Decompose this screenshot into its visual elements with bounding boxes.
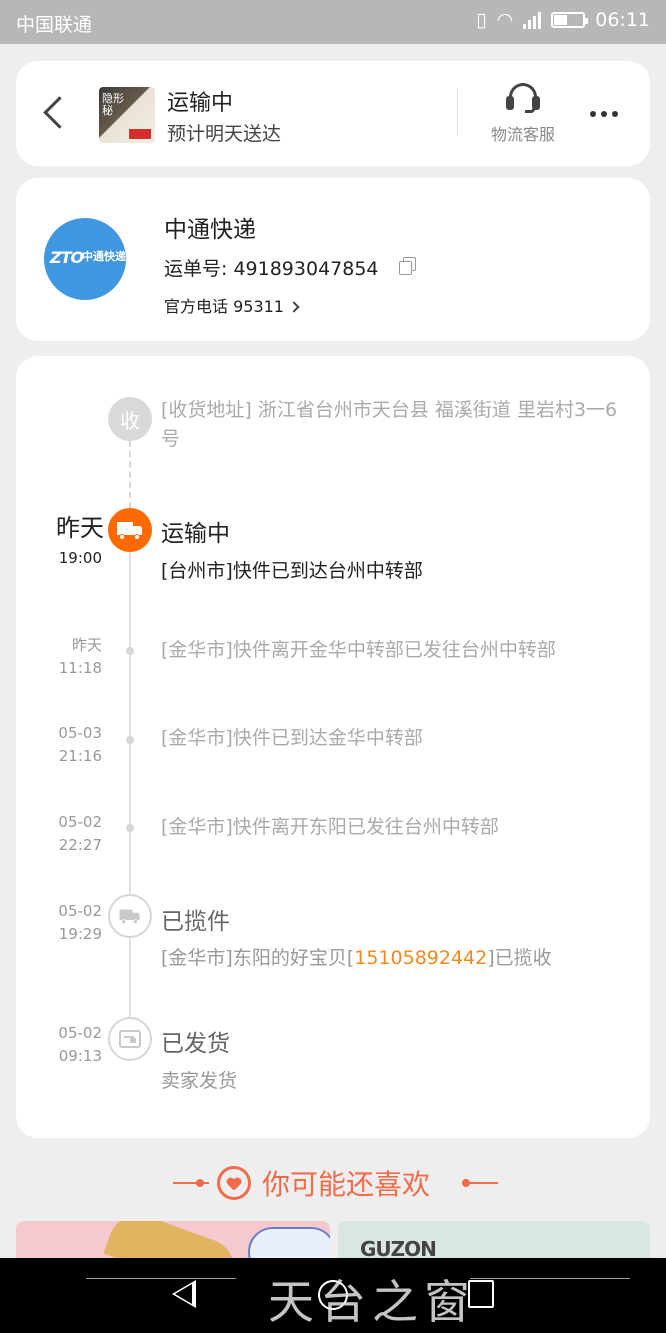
timeline-dot bbox=[126, 736, 134, 744]
watermark-line bbox=[86, 1278, 236, 1279]
event-date: 05-02 bbox=[58, 1024, 102, 1042]
recommendation-title: 你可能还喜欢 bbox=[262, 1168, 431, 1201]
timeline-dashed-line bbox=[129, 441, 131, 508]
event-status: 已揽件 bbox=[161, 909, 230, 935]
logo-text: ZTO bbox=[50, 248, 84, 267]
more-options-button[interactable] bbox=[584, 99, 624, 129]
wifi-icon: ◠ bbox=[496, 9, 514, 31]
customer-service-button[interactable]: 物流客服 bbox=[478, 77, 568, 149]
timeline-dot bbox=[126, 824, 134, 832]
event-time: 11:18 bbox=[58, 659, 102, 677]
event-text: [金华市]快件离开东阳已发往台州中转部 bbox=[161, 816, 499, 838]
event-time: 09:13 bbox=[58, 1047, 102, 1065]
heart-icon bbox=[217, 1166, 251, 1200]
chevron-right-icon bbox=[288, 301, 300, 313]
event-time: 19:29 bbox=[58, 925, 102, 943]
official-phone-link[interactable]: 官方电话 95311 bbox=[164, 293, 300, 317]
customer-service-label: 物流客服 bbox=[490, 125, 555, 144]
tracking-timeline: 收 [收货地址] 浙江省台州市天台县 福溪街道 里岩村3一6号 昨天 19:00… bbox=[16, 356, 650, 1138]
shipment-status: 运输中 bbox=[167, 91, 234, 116]
more-dot-icon bbox=[601, 111, 607, 117]
courier-card: ZTO 中通快递 中通快递 运单号: 491893047854 官方电话 953… bbox=[16, 178, 650, 341]
event-text: [台州市]快件已到达台州中转部 bbox=[161, 560, 423, 582]
logistics-header: 隐形 秘 运输中 预计明天送达 物流客服 bbox=[16, 61, 650, 166]
carrier-name: 中国联通 bbox=[16, 14, 93, 36]
shipped-icon bbox=[119, 1030, 141, 1048]
signal-icon bbox=[523, 11, 542, 29]
timeline-line bbox=[129, 552, 131, 1040]
delivery-estimate: 预计明天送达 bbox=[167, 123, 282, 145]
shipped-node bbox=[108, 1017, 152, 1061]
watermark: 天台之窗 bbox=[268, 1275, 476, 1329]
logo-cn-text: 中通快递 bbox=[82, 250, 126, 263]
product-image bbox=[103, 1221, 243, 1261]
product-thumbnail[interactable]: 隐形 秘 bbox=[99, 87, 155, 143]
zto-logo: ZTO 中通快递 bbox=[44, 218, 126, 300]
more-dot-icon bbox=[590, 111, 596, 117]
truck-icon bbox=[117, 522, 143, 540]
event-date: 05-02 bbox=[58, 813, 102, 831]
product-sticker bbox=[248, 1227, 330, 1261]
receiver-address: [收货地址] 浙江省台州市天台县 福溪街道 里岩村3一6号 bbox=[161, 399, 618, 450]
event-date: 05-02 bbox=[58, 902, 102, 920]
event-text: [金华市]快件离开金华中转部已发往台州中转部 bbox=[161, 639, 556, 661]
thumbnail-text: 隐形 秘 bbox=[102, 92, 124, 117]
more-dot-icon bbox=[612, 111, 618, 117]
event-text-prefix: [金华市]东阳的好宝贝[ bbox=[161, 947, 355, 969]
tracking-number[interactable]: 491893047854 bbox=[233, 258, 378, 280]
event-text: [金华市]快件已到达金华中转部 bbox=[161, 727, 423, 749]
pickup-truck-icon bbox=[119, 909, 141, 924]
recommendation-header: 你可能还喜欢 bbox=[0, 1158, 666, 1208]
in-transit-node bbox=[108, 508, 152, 552]
status-icons: ▯ ◠ 06:11 bbox=[476, 9, 650, 31]
tracking-number-row: 运单号: 491893047854 bbox=[164, 254, 379, 281]
event-status: 运输中 bbox=[161, 521, 230, 547]
product-card[interactable]: GUZON bbox=[338, 1221, 650, 1261]
event-text: 卖家发货 bbox=[161, 1070, 238, 1092]
event-text-suffix: ]已揽收 bbox=[487, 947, 552, 969]
event-time: 19:00 bbox=[58, 549, 102, 567]
event-text: [金华市]东阳的好宝贝[15105892442]已揽收 bbox=[161, 944, 631, 973]
event-date: 昨天 bbox=[71, 636, 102, 654]
sender-phone-link[interactable]: 15105892442 bbox=[354, 947, 487, 969]
headset-icon bbox=[505, 83, 541, 115]
divider-dot bbox=[196, 1179, 204, 1187]
back-button[interactable] bbox=[42, 93, 72, 133]
battery-icon bbox=[551, 12, 589, 28]
courier-name: 中通快递 bbox=[164, 217, 256, 243]
event-status: 已发货 bbox=[161, 1031, 230, 1057]
event-time: 22:27 bbox=[58, 836, 102, 854]
tracking-label: 运单号: bbox=[164, 258, 234, 280]
receive-badge: 收 bbox=[108, 397, 152, 441]
event-date: 昨天 bbox=[56, 514, 104, 542]
timeline-dot bbox=[126, 647, 134, 655]
watermark-line bbox=[470, 1278, 630, 1279]
product-card[interactable] bbox=[16, 1221, 330, 1261]
vibrate-icon: ▯ bbox=[476, 9, 487, 31]
status-bar: 中国联通 ▯ ◠ 06:11 bbox=[0, 0, 666, 44]
event-time: 21:16 bbox=[58, 747, 102, 765]
thumbnail-tag bbox=[129, 129, 151, 139]
clock: 06:11 bbox=[595, 9, 650, 31]
divider bbox=[457, 89, 458, 135]
system-nav-bar: 天台之窗 bbox=[0, 1258, 666, 1333]
divider bbox=[462, 1182, 498, 1184]
copy-icon[interactable] bbox=[399, 257, 416, 275]
nav-back-icon[interactable] bbox=[172, 1280, 196, 1308]
event-date: 05-03 bbox=[58, 724, 102, 742]
picked-up-node bbox=[108, 894, 152, 938]
official-phone: 官方电话 95311 bbox=[164, 297, 284, 316]
